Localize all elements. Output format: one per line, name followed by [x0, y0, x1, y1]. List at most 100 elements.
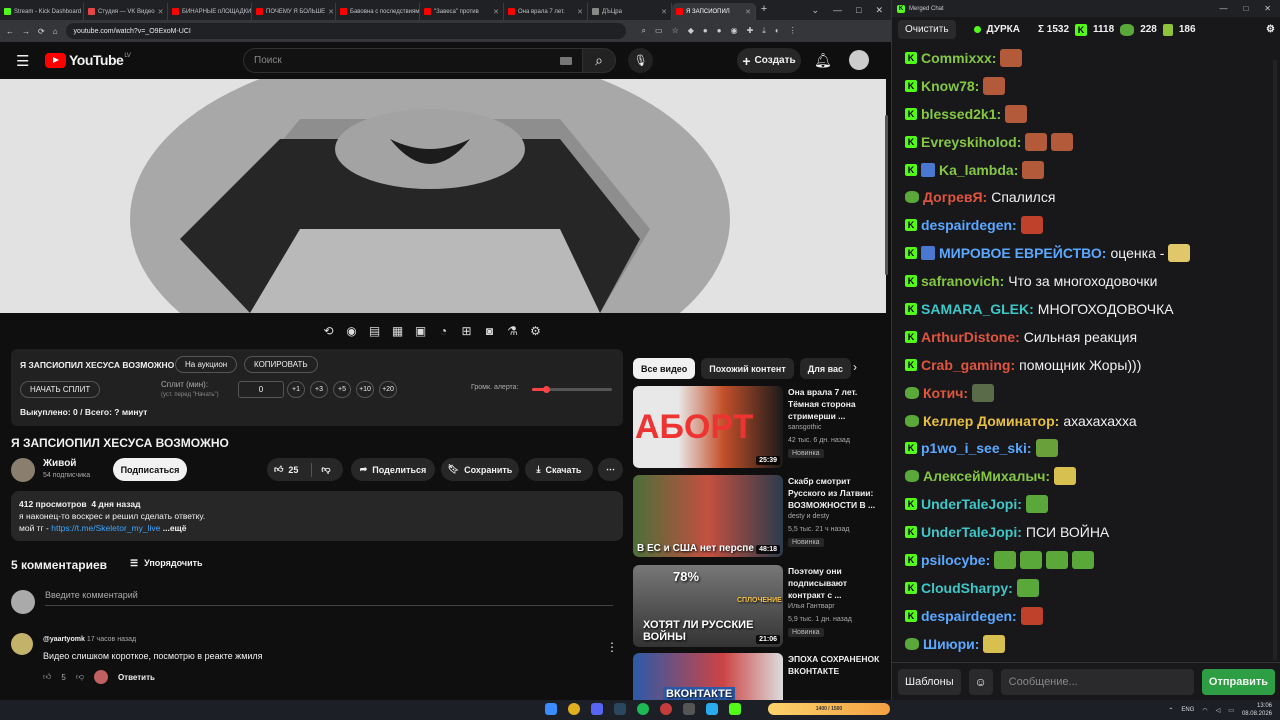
video-thumbnail[interactable]: В ЕС и США нет перспе 48:18	[633, 475, 783, 557]
extension-icon[interactable]: ◉	[731, 26, 738, 36]
search-input[interactable]: Поиск	[243, 48, 583, 73]
clock[interactable]: 13:06 08.08.2026	[1242, 702, 1272, 718]
recommendation-channel[interactable]: desty и desty	[788, 513, 829, 520]
telegram-icon[interactable]	[706, 703, 718, 715]
keyboard-icon[interactable]	[560, 56, 572, 65]
search-button[interactable]: ⌕	[582, 48, 616, 73]
like-icon[interactable]: 👍︎	[43, 672, 51, 682]
chat-username[interactable]: Котич:	[923, 385, 968, 401]
camera-icon[interactable]: ◙	[481, 324, 498, 338]
video-thumbnail[interactable]: АБОРТ 25:39	[633, 386, 783, 468]
browser-tab[interactable]: ДЪЦра ✕	[588, 3, 672, 20]
minimize-icon[interactable]: —	[1219, 4, 1227, 13]
more-actions-button[interactable]: ⋯	[598, 458, 623, 481]
home-icon[interactable]: ⌂	[53, 27, 58, 36]
tab-close-icon[interactable]: ✕	[328, 8, 334, 16]
dislike-icon[interactable]: 👎︎	[76, 672, 84, 682]
chat-username[interactable]: МИРОВОЕ ЕВРЕЙСТВО:	[939, 245, 1106, 261]
copy-button[interactable]: КОПИРОВАТЬ	[244, 356, 318, 373]
channel-avatar[interactable]	[11, 458, 35, 482]
add-icon[interactable]: ⊞	[458, 324, 475, 338]
gear-icon[interactable]: ⚙	[527, 324, 544, 338]
chevron-up-icon[interactable]: ⌃	[1168, 707, 1173, 714]
chat-input[interactable]: Сообщение...	[1000, 668, 1194, 695]
comment-menu-icon[interactable]: ⋮	[606, 640, 618, 654]
voice-search-button[interactable]: 🎙	[628, 48, 653, 73]
forward-icon[interactable]: →	[22, 27, 30, 36]
zoom-icon[interactable]: ⌕	[642, 26, 646, 36]
description-box[interactable]: 412 просмотров 4 дня назад я наконец-то …	[11, 491, 623, 541]
chat-username[interactable]: UnderTaleJopi:	[921, 496, 1022, 512]
puzzle-icon[interactable]: ✚	[747, 26, 754, 36]
playlist-icon[interactable]: ▤	[366, 324, 383, 338]
split-step-button[interactable]: +5	[333, 381, 351, 398]
chat-username[interactable]: despairdegen:	[921, 608, 1017, 624]
page-scrollbar[interactable]	[885, 115, 888, 275]
tab-close-icon[interactable]: ✕	[577, 8, 583, 16]
chat-username[interactable]: Шиюри:	[923, 636, 979, 652]
tab-close-icon[interactable]: ✕	[661, 8, 667, 16]
discord-icon[interactable]	[591, 703, 603, 715]
recommendation-title[interactable]: Поэтому они подписывают контракт с ...	[788, 565, 883, 601]
volume-knob[interactable]	[542, 386, 550, 393]
start-split-button[interactable]: НАЧАТЬ СПЛИТ	[20, 381, 101, 398]
bookmark-icon[interactable]: ☆	[672, 26, 679, 36]
volume-icon[interactable]: ◁	[1216, 707, 1221, 714]
browser-tab[interactable]: Бавовна с последствиями✕	[336, 3, 420, 20]
filter-chip[interactable]: Все видео	[633, 358, 696, 379]
clear-button[interactable]: Очистить	[898, 20, 956, 39]
channel-name[interactable]: Живой	[43, 458, 76, 469]
split-step-button[interactable]: +20	[379, 381, 397, 398]
chat-username[interactable]: Evreyskiholod:	[921, 134, 1021, 150]
video-player[interactable]	[0, 79, 886, 313]
cast-icon[interactable]: ▭	[655, 26, 663, 36]
chat-username[interactable]: UnderTaleJopi:	[921, 524, 1022, 540]
like-icon[interactable]: 👍︎	[274, 464, 283, 475]
video-thumbnail[interactable]: ВКОНТАКТЕ	[633, 653, 783, 700]
youtube-logo[interactable]: YouTube LV	[45, 52, 131, 68]
chat-username[interactable]: Commixxx:	[921, 50, 996, 66]
auction-button[interactable]: На аукцион	[175, 356, 238, 373]
share-button[interactable]: ➦ Поделиться	[351, 458, 435, 481]
minimize-icon[interactable]: —	[833, 5, 842, 15]
steam-icon[interactable]	[614, 703, 626, 715]
emoji-icon[interactable]: ☺	[968, 668, 993, 695]
telegram-link[interactable]: https://t.me/Skeletor_my_live	[51, 523, 160, 533]
chat-username[interactable]: ДогревЯ:	[923, 189, 987, 205]
extension-icon[interactable]: ◆	[688, 26, 694, 36]
send-button[interactable]: Отправить	[1201, 668, 1275, 695]
close-icon[interactable]: ✕	[875, 5, 883, 16]
browser-tab[interactable]: БИНАРНЫЕ пЛОЩАДКИ✕	[168, 3, 252, 20]
recommendation-item[interactable]: В ЕС и США нет перспе 48:18 Скабр смотрит …	[633, 475, 883, 557]
recommendation-title[interactable]: Она врала 7 лет. Тёмная сторона стримерш…	[788, 386, 883, 422]
show-more[interactable]: ...ещё	[163, 523, 187, 533]
recommendation-item[interactable]: ВКОНТАКТЕ ЭПОХА СОХРАНЕНОК ВКОНТАКТЕ	[633, 653, 883, 700]
templates-button[interactable]: Шаблоны	[898, 668, 961, 695]
volume-slider[interactable]	[532, 386, 612, 393]
recommendation-item[interactable]: АБОРТ 25:39 Она врала 7 лет. Тёмная сторон…	[633, 386, 883, 468]
windows-start-icon[interactable]	[545, 703, 557, 715]
tab-close-icon[interactable]: ✕	[158, 8, 164, 16]
speed-icon[interactable]: ◔	[435, 324, 452, 338]
chat-username[interactable]: Know78:	[921, 78, 979, 94]
subscribe-button[interactable]: Подписаться	[113, 458, 187, 481]
chat-username[interactable]: p1wo_i_see_ski:	[921, 440, 1032, 456]
split-step-button[interactable]: +1	[287, 381, 305, 398]
tab-close-icon[interactable]: ✕	[745, 8, 751, 16]
recommendation-title[interactable]: Скабр смотрит Русского из Латвии: ВОЗМОЖ…	[788, 475, 883, 511]
reply-button[interactable]: Ответить	[118, 673, 155, 682]
avatar[interactable]	[849, 50, 869, 70]
bell-icon[interactable]: 🔔︎	[814, 52, 832, 69]
menu-icon[interactable]: ⋮	[789, 26, 797, 36]
recommendation-title[interactable]: ЭПОХА СОХРАНЕНОК ВКОНТАКТЕ	[788, 653, 883, 677]
chrome-icon[interactable]	[568, 703, 580, 715]
language-indicator[interactable]: ENG	[1181, 707, 1194, 713]
tab-close-icon[interactable]: ✕	[493, 8, 499, 16]
chevron-down-icon[interactable]: ⌄	[811, 5, 819, 16]
battery-icon[interactable]: ▭	[1228, 707, 1234, 714]
browser-tab[interactable]: "Завеса" против ✕	[420, 3, 504, 20]
chat-username[interactable]: despairdegen:	[921, 217, 1017, 233]
kick-icon[interactable]	[729, 703, 741, 715]
maximize-icon[interactable]: □	[856, 5, 861, 15]
sort-button[interactable]: ☰ Упорядочить	[130, 558, 203, 569]
